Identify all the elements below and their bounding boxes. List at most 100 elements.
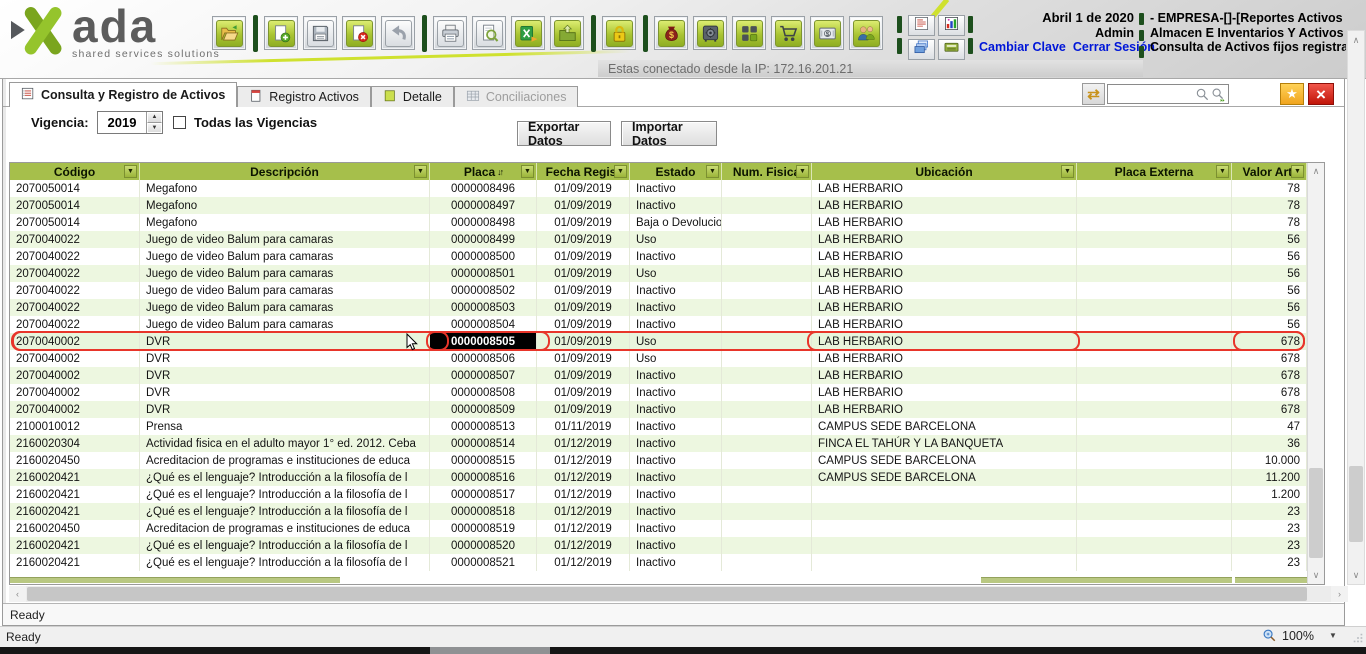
change-password-link[interactable]: Cambiar Clave	[979, 40, 1066, 54]
table-cell: Uso	[630, 333, 722, 350]
filter-dropdown-icon[interactable]: ▼	[521, 165, 534, 178]
save-button[interactable]	[303, 16, 337, 50]
vigencia-input[interactable]	[98, 112, 146, 133]
scroll-right-icon[interactable]: ›	[1331, 586, 1348, 602]
table-row[interactable]: 2070050014Megafono000000849801/09/2019Ba…	[10, 214, 1307, 231]
table-cell: 0000008517	[430, 486, 537, 503]
table-row[interactable]: 2160020421¿Qué es el lenguaje? Introducc…	[10, 503, 1307, 520]
grid-horizontal-scrollbar[interactable]: ‹ ›	[9, 586, 1348, 602]
lock-button[interactable]	[602, 16, 636, 50]
vault-button[interactable]	[693, 16, 727, 50]
windows-button[interactable]	[908, 39, 935, 60]
table-row[interactable]: 2160020304Actividad fisica en el adulto …	[10, 435, 1307, 452]
column-header-estado[interactable]: Estado▼	[630, 163, 722, 180]
table-row[interactable]: 2070050014Megafono000000849601/09/2019In…	[10, 180, 1307, 197]
table-row[interactable]: 2070040022Juego de video Balum para cama…	[10, 282, 1307, 299]
form-button[interactable]	[908, 15, 935, 36]
print-button[interactable]	[433, 16, 467, 50]
table-row[interactable]: 2160020421¿Qué es el lenguaje? Introducc…	[10, 537, 1307, 554]
export-data-button[interactable]: Exportar Datos	[517, 121, 611, 146]
filter-dropdown-icon[interactable]: ▼	[124, 165, 137, 178]
grid-vertical-scrollbar[interactable]: ∧ ∨	[1307, 163, 1324, 584]
tab-consulta-y-registro-de-activos[interactable]: Consulta y Registro de Activos	[9, 82, 237, 107]
calculator-button[interactable]	[938, 39, 965, 60]
column-header-placa-externa[interactable]: Placa Externa▼	[1077, 163, 1232, 180]
preview-button[interactable]	[472, 16, 506, 50]
table-cell: 01/12/2019	[537, 469, 630, 486]
column-header-num-fisica[interactable]: Num. Fisica▼	[722, 163, 812, 180]
table-row[interactable]: 2160020421¿Qué es el lenguaje? Introducc…	[10, 554, 1307, 571]
tab-registro-activos[interactable]: Registro Activos	[237, 86, 371, 107]
search-input[interactable]	[1108, 86, 1194, 102]
modules-button[interactable]	[732, 16, 766, 50]
column-header-c-digo[interactable]: Código▼	[10, 163, 140, 180]
money-button[interactable]: $	[654, 16, 688, 50]
open-button[interactable]	[212, 16, 246, 50]
zoom-control[interactable]: 100% ▼	[1262, 628, 1337, 643]
table-cell: Inactivo	[630, 384, 722, 401]
scroll-up-icon[interactable]: ∧	[1308, 163, 1324, 180]
table-row[interactable]: 2160020421¿Qué es el lenguaje? Introducc…	[10, 469, 1307, 486]
column-header-descripci-n[interactable]: Descripción▼	[140, 163, 430, 180]
zoom-caret-icon[interactable]: ▼	[1329, 631, 1337, 640]
scroll-left-icon[interactable]: ‹	[9, 586, 26, 602]
table-cell: Uso	[630, 265, 722, 282]
column-header-placa[interactable]: Placa↓↑▼	[430, 163, 537, 180]
users-button[interactable]	[849, 16, 883, 50]
tab-conciliaciones[interactable]: Conciliaciones	[454, 86, 579, 107]
table-row[interactable]: 2160020450Acreditacion de programas e in…	[10, 452, 1307, 469]
table-row[interactable]: 2070040022Juego de video Balum para cama…	[10, 248, 1307, 265]
resize-grip[interactable]	[1352, 632, 1364, 644]
filter-dropdown-icon[interactable]: ▼	[796, 165, 809, 178]
excel-export-button[interactable]	[511, 16, 545, 50]
search-go-icon[interactable]	[1211, 87, 1226, 102]
tab-detalle[interactable]: Detalle	[371, 86, 454, 107]
refresh-button[interactable]: ⇄	[1082, 83, 1105, 105]
chart-button[interactable]	[938, 15, 965, 36]
new-button[interactable]	[264, 16, 298, 50]
page-scroll-thumb[interactable]	[1349, 466, 1363, 542]
table-row[interactable]: 2070040022Juego de video Balum para cama…	[10, 299, 1307, 316]
filter-dropdown-icon[interactable]: ▼	[614, 165, 627, 178]
page-scroll-down-icon[interactable]: ∨	[1348, 566, 1364, 584]
column-header-valor-arti[interactable]: Valor Arti▼	[1232, 163, 1307, 180]
table-row[interactable]: 2160020450Acreditacion de programas e in…	[10, 520, 1307, 537]
tab-bar: Consulta y Registro de ActivosRegistro A…	[9, 82, 578, 107]
table-row[interactable]: 2070040002DVR000000850701/09/2019Inactiv…	[10, 367, 1307, 384]
billing-button[interactable]: $	[810, 16, 844, 50]
table-row[interactable]: 2070040022Juego de video Balum para cama…	[10, 265, 1307, 282]
vertical-scroll-thumb[interactable]	[1309, 468, 1323, 558]
column-header-ubicaci-n[interactable]: Ubicación▼	[812, 163, 1077, 180]
filter-dropdown-icon[interactable]: ▼	[1216, 165, 1229, 178]
filter-dropdown-icon[interactable]: ▼	[1291, 165, 1304, 178]
table-cell: 0000008505	[430, 333, 537, 350]
table-row[interactable]: 2070050014Megafono000000849701/09/2019In…	[10, 197, 1307, 214]
import-button[interactable]	[550, 16, 584, 50]
table-row[interactable]: 2070040002DVR000000850501/09/2019UsoLAB …	[10, 333, 1307, 350]
page-vertical-scrollbar[interactable]: ∧ ∨	[1347, 30, 1365, 585]
todas-vigencias-checkbox[interactable]	[173, 116, 186, 129]
horizontal-scroll-thumb[interactable]	[27, 587, 1307, 601]
table-row[interactable]: 2070040002DVR000000850801/09/2019Inactiv…	[10, 384, 1307, 401]
table-row[interactable]: 2070040022Juego de video Balum para cama…	[10, 231, 1307, 248]
column-header-fecha-regist[interactable]: Fecha Regist▼	[537, 163, 630, 180]
cart-button[interactable]	[771, 16, 805, 50]
table-row[interactable]: 2070040002DVR000000850901/09/2019Inactiv…	[10, 401, 1307, 418]
favorite-button[interactable]: ★	[1280, 83, 1304, 105]
table-row[interactable]: 2100010012Prensa000000851301/11/2019Inac…	[10, 418, 1307, 435]
delete-button[interactable]	[342, 16, 376, 50]
table-row[interactable]: 2160020421¿Qué es el lenguaje? Introducc…	[10, 486, 1307, 503]
scroll-down-icon[interactable]: ∨	[1308, 567, 1324, 584]
spin-up-button[interactable]: ▲	[147, 112, 162, 123]
import-data-button[interactable]: Importar Datos	[621, 121, 717, 146]
search-icon[interactable]	[1195, 87, 1210, 102]
filter-dropdown-icon[interactable]: ▼	[1061, 165, 1074, 178]
filter-dropdown-icon[interactable]: ▼	[414, 165, 427, 178]
page-scroll-up-icon[interactable]: ∧	[1348, 31, 1364, 49]
table-row[interactable]: 2070040002DVR000000850601/09/2019UsoLAB …	[10, 350, 1307, 367]
filter-dropdown-icon[interactable]: ▼	[706, 165, 719, 178]
close-button[interactable]: ×	[1308, 83, 1334, 105]
table-row[interactable]: 2070040022Juego de video Balum para cama…	[10, 316, 1307, 333]
undo-button[interactable]	[381, 16, 415, 50]
spin-down-button[interactable]: ▼	[147, 123, 162, 134]
